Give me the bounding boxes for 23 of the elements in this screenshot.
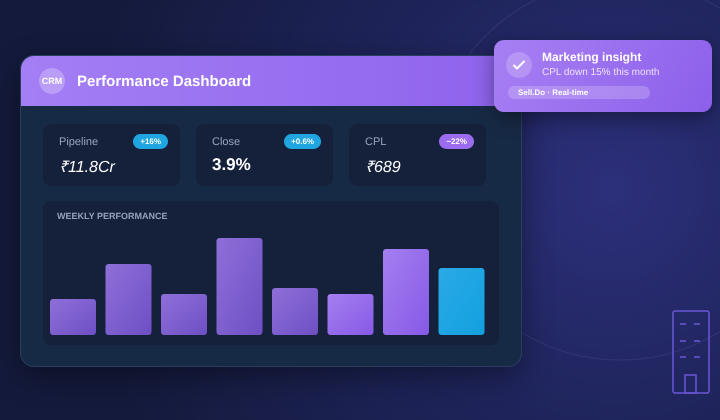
source-tag: Sell.Do · Real-time (508, 86, 650, 99)
dashboard-title: Performance Dashboard (77, 72, 252, 90)
chart-bar (438, 268, 484, 335)
metric-value: ₹689 (365, 158, 402, 177)
logo: CRM (39, 68, 65, 94)
chart-bar (106, 264, 152, 335)
check-icon (506, 52, 532, 78)
notification-message: CPL down 15% this month (542, 67, 660, 78)
change-badge: +0.6% (284, 134, 321, 149)
chart-bar (161, 294, 207, 335)
chart-title: WEEKLY PERFORMANCE (56, 211, 169, 221)
change-badge: +16% (133, 134, 168, 149)
metric-value: ₹11.8Cr (59, 158, 116, 177)
metric-value: 3.9% (212, 155, 252, 175)
metric-label: CPL (365, 136, 386, 148)
building-icon (672, 310, 710, 394)
chart-bar (50, 299, 96, 335)
metric-label: Pipeline (59, 136, 98, 148)
notification-title: Marketing insight (542, 50, 642, 64)
chart-bar (272, 288, 318, 335)
chart-bar (328, 294, 374, 335)
change-badge: −22% (439, 134, 474, 149)
metric-label: Close (212, 136, 240, 148)
